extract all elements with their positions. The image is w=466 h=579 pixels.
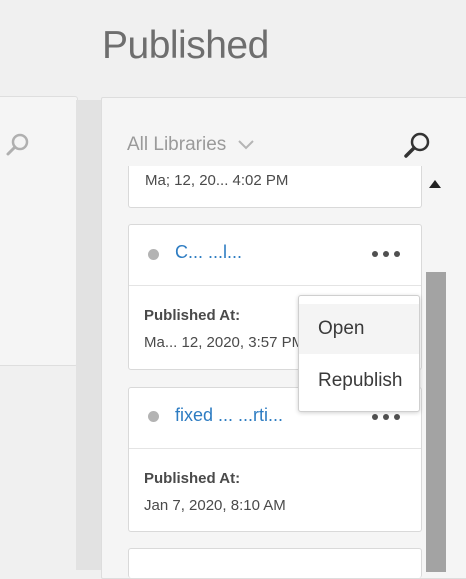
more-icon (372, 251, 378, 257)
context-menu: Open Republish (298, 295, 420, 412)
library-title-link[interactable]: C... ...l... (175, 242, 242, 263)
published-at-label: Published At: (144, 470, 241, 487)
library-card[interactable]: Ma; 12, 20... 4:02 PM (128, 166, 422, 208)
status-dot-icon (148, 411, 159, 422)
menu-item-republish[interactable]: Republish (299, 356, 419, 406)
published-timestamp: Ma; 12, 20... 4:02 PM (145, 172, 289, 189)
more-options-button[interactable] (372, 245, 400, 263)
published-at-label: Published At: (144, 307, 241, 324)
library-filter-dropdown[interactable]: All Libraries (127, 134, 254, 156)
search-icon[interactable] (5, 132, 31, 163)
scrollbar-thumb[interactable] (426, 272, 446, 572)
left-panel (0, 96, 78, 366)
chevron-down-icon (238, 134, 254, 156)
more-icon (372, 414, 378, 420)
published-at-value: Jan 7, 2020, 8:10 AM (144, 497, 286, 514)
page-title: Published (102, 24, 269, 67)
panel-gutter (76, 100, 101, 570)
search-icon[interactable] (402, 130, 432, 165)
menu-item-open[interactable]: Open (299, 304, 419, 354)
triangle-up-icon[interactable] (428, 176, 442, 194)
card-header: C... ...l... (129, 225, 421, 286)
status-dot-icon (148, 249, 159, 260)
library-filter-label: All Libraries (127, 134, 227, 155)
library-card[interactable] (128, 548, 422, 578)
published-at-value: Ma... 12, 2020, 3:57 PM (144, 334, 305, 351)
library-title-link[interactable]: fixed ... ...rti... (175, 405, 283, 426)
